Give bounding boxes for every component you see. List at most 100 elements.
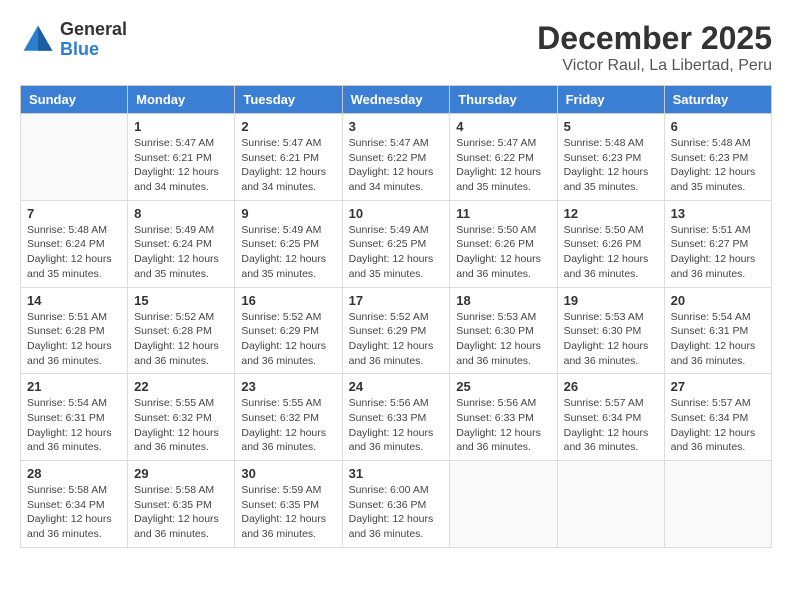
calendar-cell: 7 Sunrise: 5:48 AMSunset: 6:24 PMDaylight… bbox=[21, 200, 128, 287]
calendar-cell: 6Sunrise: 5:48 AMSunset: 6:23 PMDaylight… bbox=[664, 114, 771, 201]
day-info: Sunrise: 5:48 AMSunset: 6:24 PMDaylight:… bbox=[27, 223, 121, 282]
calendar-cell bbox=[557, 461, 664, 548]
calendar-cell: 28 Sunrise: 5:58 AMSunset: 6:34 PMDayligh… bbox=[21, 461, 128, 548]
calendar-cell bbox=[21, 114, 128, 201]
day-info: Sunrise: 5:49 AMSunset: 6:25 PMDaylight:… bbox=[349, 223, 444, 282]
calendar-week-4: 21Sunrise: 5:54 AMSunset: 6:31 PMDayligh… bbox=[21, 374, 772, 461]
calendar-cell: 1 Sunrise: 5:47 AMSunset: 6:21 PMDaylight… bbox=[128, 114, 235, 201]
col-header-monday: Monday bbox=[128, 86, 235, 114]
day-info: Sunrise: 5:50 AMSunset: 6:26 PMDaylight:… bbox=[456, 223, 550, 282]
calendar-cell: 18Sunrise: 5:53 AMSunset: 6:30 PMDayligh… bbox=[450, 287, 557, 374]
day-number: 17 bbox=[349, 293, 444, 308]
logo: General Blue bbox=[20, 20, 127, 60]
day-info: Sunrise: 5:47 AMSunset: 6:22 PMDaylight:… bbox=[456, 136, 550, 195]
title-area: December 2025 Victor Raul, La Libertad, … bbox=[537, 20, 772, 75]
day-info: Sunrise: 5:47 AMSunset: 6:21 PMDaylight:… bbox=[241, 136, 335, 195]
calendar-header-row: SundayMondayTuesdayWednesdayThursdayFrid… bbox=[21, 86, 772, 114]
day-info: Sunrise: 5:49 AMSunset: 6:24 PMDaylight:… bbox=[134, 223, 228, 282]
calendar-cell: 4Sunrise: 5:47 AMSunset: 6:22 PMDaylight… bbox=[450, 114, 557, 201]
day-number: 30 bbox=[241, 466, 335, 481]
calendar-cell: 21Sunrise: 5:54 AMSunset: 6:31 PMDayligh… bbox=[21, 374, 128, 461]
day-number: 23 bbox=[241, 379, 335, 394]
day-info: Sunrise: 5:57 AMSunset: 6:34 PMDaylight:… bbox=[564, 396, 658, 455]
calendar-week-1: 1 Sunrise: 5:47 AMSunset: 6:21 PMDaylight… bbox=[21, 114, 772, 201]
day-number: 25 bbox=[456, 379, 550, 394]
calendar-cell: 2Sunrise: 5:47 AMSunset: 6:21 PMDaylight… bbox=[235, 114, 342, 201]
day-number: 10 bbox=[349, 206, 444, 221]
day-info: Sunrise: 5:53 AMSunset: 6:30 PMDaylight:… bbox=[564, 310, 658, 369]
day-number: 12 bbox=[564, 206, 658, 221]
day-info: Sunrise: 5:47 AMSunset: 6:22 PMDaylight:… bbox=[349, 136, 444, 195]
col-header-sunday: Sunday bbox=[21, 86, 128, 114]
calendar-cell: 23 Sunrise: 5:55 AMSunset: 6:32 PMDayligh… bbox=[235, 374, 342, 461]
col-header-wednesday: Wednesday bbox=[342, 86, 450, 114]
day-number: 11 bbox=[456, 206, 550, 221]
col-header-saturday: Saturday bbox=[664, 86, 771, 114]
calendar-cell: 14Sunrise: 5:51 AMSunset: 6:28 PMDayligh… bbox=[21, 287, 128, 374]
calendar-cell: 13 Sunrise: 5:51 AMSunset: 6:27 PMDayligh… bbox=[664, 200, 771, 287]
calendar-cell: 31 Sunrise: 6:00 AMSunset: 6:36 PMDayligh… bbox=[342, 461, 450, 548]
day-info: Sunrise: 5:57 AMSunset: 6:34 PMDaylight:… bbox=[671, 396, 765, 455]
calendar-cell: 3 Sunrise: 5:47 AMSunset: 6:22 PMDaylight… bbox=[342, 114, 450, 201]
calendar-cell: 25 Sunrise: 5:56 AMSunset: 6:33 PMDayligh… bbox=[450, 374, 557, 461]
day-number: 16 bbox=[241, 293, 335, 308]
day-number: 24 bbox=[349, 379, 444, 394]
day-info: Sunrise: 5:52 AMSunset: 6:28 PMDaylight:… bbox=[134, 310, 228, 369]
day-info: Sunrise: 5:55 AMSunset: 6:32 PMDaylight:… bbox=[241, 396, 335, 455]
col-header-thursday: Thursday bbox=[450, 86, 557, 114]
day-info: Sunrise: 5:50 AMSunset: 6:26 PMDaylight:… bbox=[564, 223, 658, 282]
day-info: Sunrise: 5:56 AMSunset: 6:33 PMDaylight:… bbox=[456, 396, 550, 455]
month-title: December 2025 bbox=[537, 20, 772, 57]
day-number: 19 bbox=[564, 293, 658, 308]
day-info: Sunrise: 5:52 AMSunset: 6:29 PMDaylight:… bbox=[241, 310, 335, 369]
calendar-cell: 30 Sunrise: 5:59 AMSunset: 6:35 PMDayligh… bbox=[235, 461, 342, 548]
day-info: Sunrise: 5:47 AMSunset: 6:21 PMDaylight:… bbox=[134, 136, 228, 195]
day-number: 3 bbox=[349, 119, 444, 134]
day-number: 15 bbox=[134, 293, 228, 308]
day-info: Sunrise: 5:49 AMSunset: 6:25 PMDaylight:… bbox=[241, 223, 335, 282]
calendar-cell: 19 Sunrise: 5:53 AMSunset: 6:30 PMDayligh… bbox=[557, 287, 664, 374]
day-number: 5 bbox=[564, 119, 658, 134]
logo-text: General Blue bbox=[60, 20, 127, 60]
day-number: 1 bbox=[134, 119, 228, 134]
calendar-cell: 26Sunrise: 5:57 AMSunset: 6:34 PMDayligh… bbox=[557, 374, 664, 461]
col-header-friday: Friday bbox=[557, 86, 664, 114]
day-info: Sunrise: 5:48 AMSunset: 6:23 PMDaylight:… bbox=[564, 136, 658, 195]
col-header-tuesday: Tuesday bbox=[235, 86, 342, 114]
day-info: Sunrise: 5:58 AMSunset: 6:34 PMDaylight:… bbox=[27, 483, 121, 542]
logo-general-text: General bbox=[60, 20, 127, 40]
calendar-cell: 10 Sunrise: 5:49 AMSunset: 6:25 PMDayligh… bbox=[342, 200, 450, 287]
calendar-week-5: 28 Sunrise: 5:58 AMSunset: 6:34 PMDayligh… bbox=[21, 461, 772, 548]
calendar-cell: 16 Sunrise: 5:52 AMSunset: 6:29 PMDayligh… bbox=[235, 287, 342, 374]
calendar-week-3: 14Sunrise: 5:51 AMSunset: 6:28 PMDayligh… bbox=[21, 287, 772, 374]
calendar-cell: 12 Sunrise: 5:50 AMSunset: 6:26 PMDayligh… bbox=[557, 200, 664, 287]
day-info: Sunrise: 5:54 AMSunset: 6:31 PMDaylight:… bbox=[27, 396, 121, 455]
day-info: Sunrise: 5:51 AMSunset: 6:28 PMDaylight:… bbox=[27, 310, 121, 369]
calendar-cell: 17 Sunrise: 5:52 AMSunset: 6:29 PMDayligh… bbox=[342, 287, 450, 374]
header: General Blue December 2025 Victor Raul, … bbox=[20, 20, 772, 75]
location-title: Victor Raul, La Libertad, Peru bbox=[537, 57, 772, 75]
day-number: 7 bbox=[27, 206, 121, 221]
day-number: 22 bbox=[134, 379, 228, 394]
day-number: 6 bbox=[671, 119, 765, 134]
day-info: Sunrise: 5:56 AMSunset: 6:33 PMDaylight:… bbox=[349, 396, 444, 455]
day-number: 31 bbox=[349, 466, 444, 481]
calendar-cell: 15 Sunrise: 5:52 AMSunset: 6:28 PMDayligh… bbox=[128, 287, 235, 374]
day-info: Sunrise: 6:00 AMSunset: 6:36 PMDaylight:… bbox=[349, 483, 444, 542]
calendar-cell: 22Sunrise: 5:55 AMSunset: 6:32 PMDayligh… bbox=[128, 374, 235, 461]
calendar-cell: 8 Sunrise: 5:49 AMSunset: 6:24 PMDaylight… bbox=[128, 200, 235, 287]
calendar-week-2: 7 Sunrise: 5:48 AMSunset: 6:24 PMDaylight… bbox=[21, 200, 772, 287]
calendar-cell: 9Sunrise: 5:49 AMSunset: 6:25 PMDaylight… bbox=[235, 200, 342, 287]
day-number: 20 bbox=[671, 293, 765, 308]
day-number: 13 bbox=[671, 206, 765, 221]
day-info: Sunrise: 5:58 AMSunset: 6:35 PMDaylight:… bbox=[134, 483, 228, 542]
day-info: Sunrise: 5:52 AMSunset: 6:29 PMDaylight:… bbox=[349, 310, 444, 369]
logo-blue-text: Blue bbox=[60, 40, 127, 60]
day-info: Sunrise: 5:51 AMSunset: 6:27 PMDaylight:… bbox=[671, 223, 765, 282]
day-number: 8 bbox=[134, 206, 228, 221]
day-number: 18 bbox=[456, 293, 550, 308]
calendar-cell bbox=[664, 461, 771, 548]
calendar-cell: 11 Sunrise: 5:50 AMSunset: 6:26 PMDayligh… bbox=[450, 200, 557, 287]
day-info: Sunrise: 5:59 AMSunset: 6:35 PMDaylight:… bbox=[241, 483, 335, 542]
day-number: 28 bbox=[27, 466, 121, 481]
